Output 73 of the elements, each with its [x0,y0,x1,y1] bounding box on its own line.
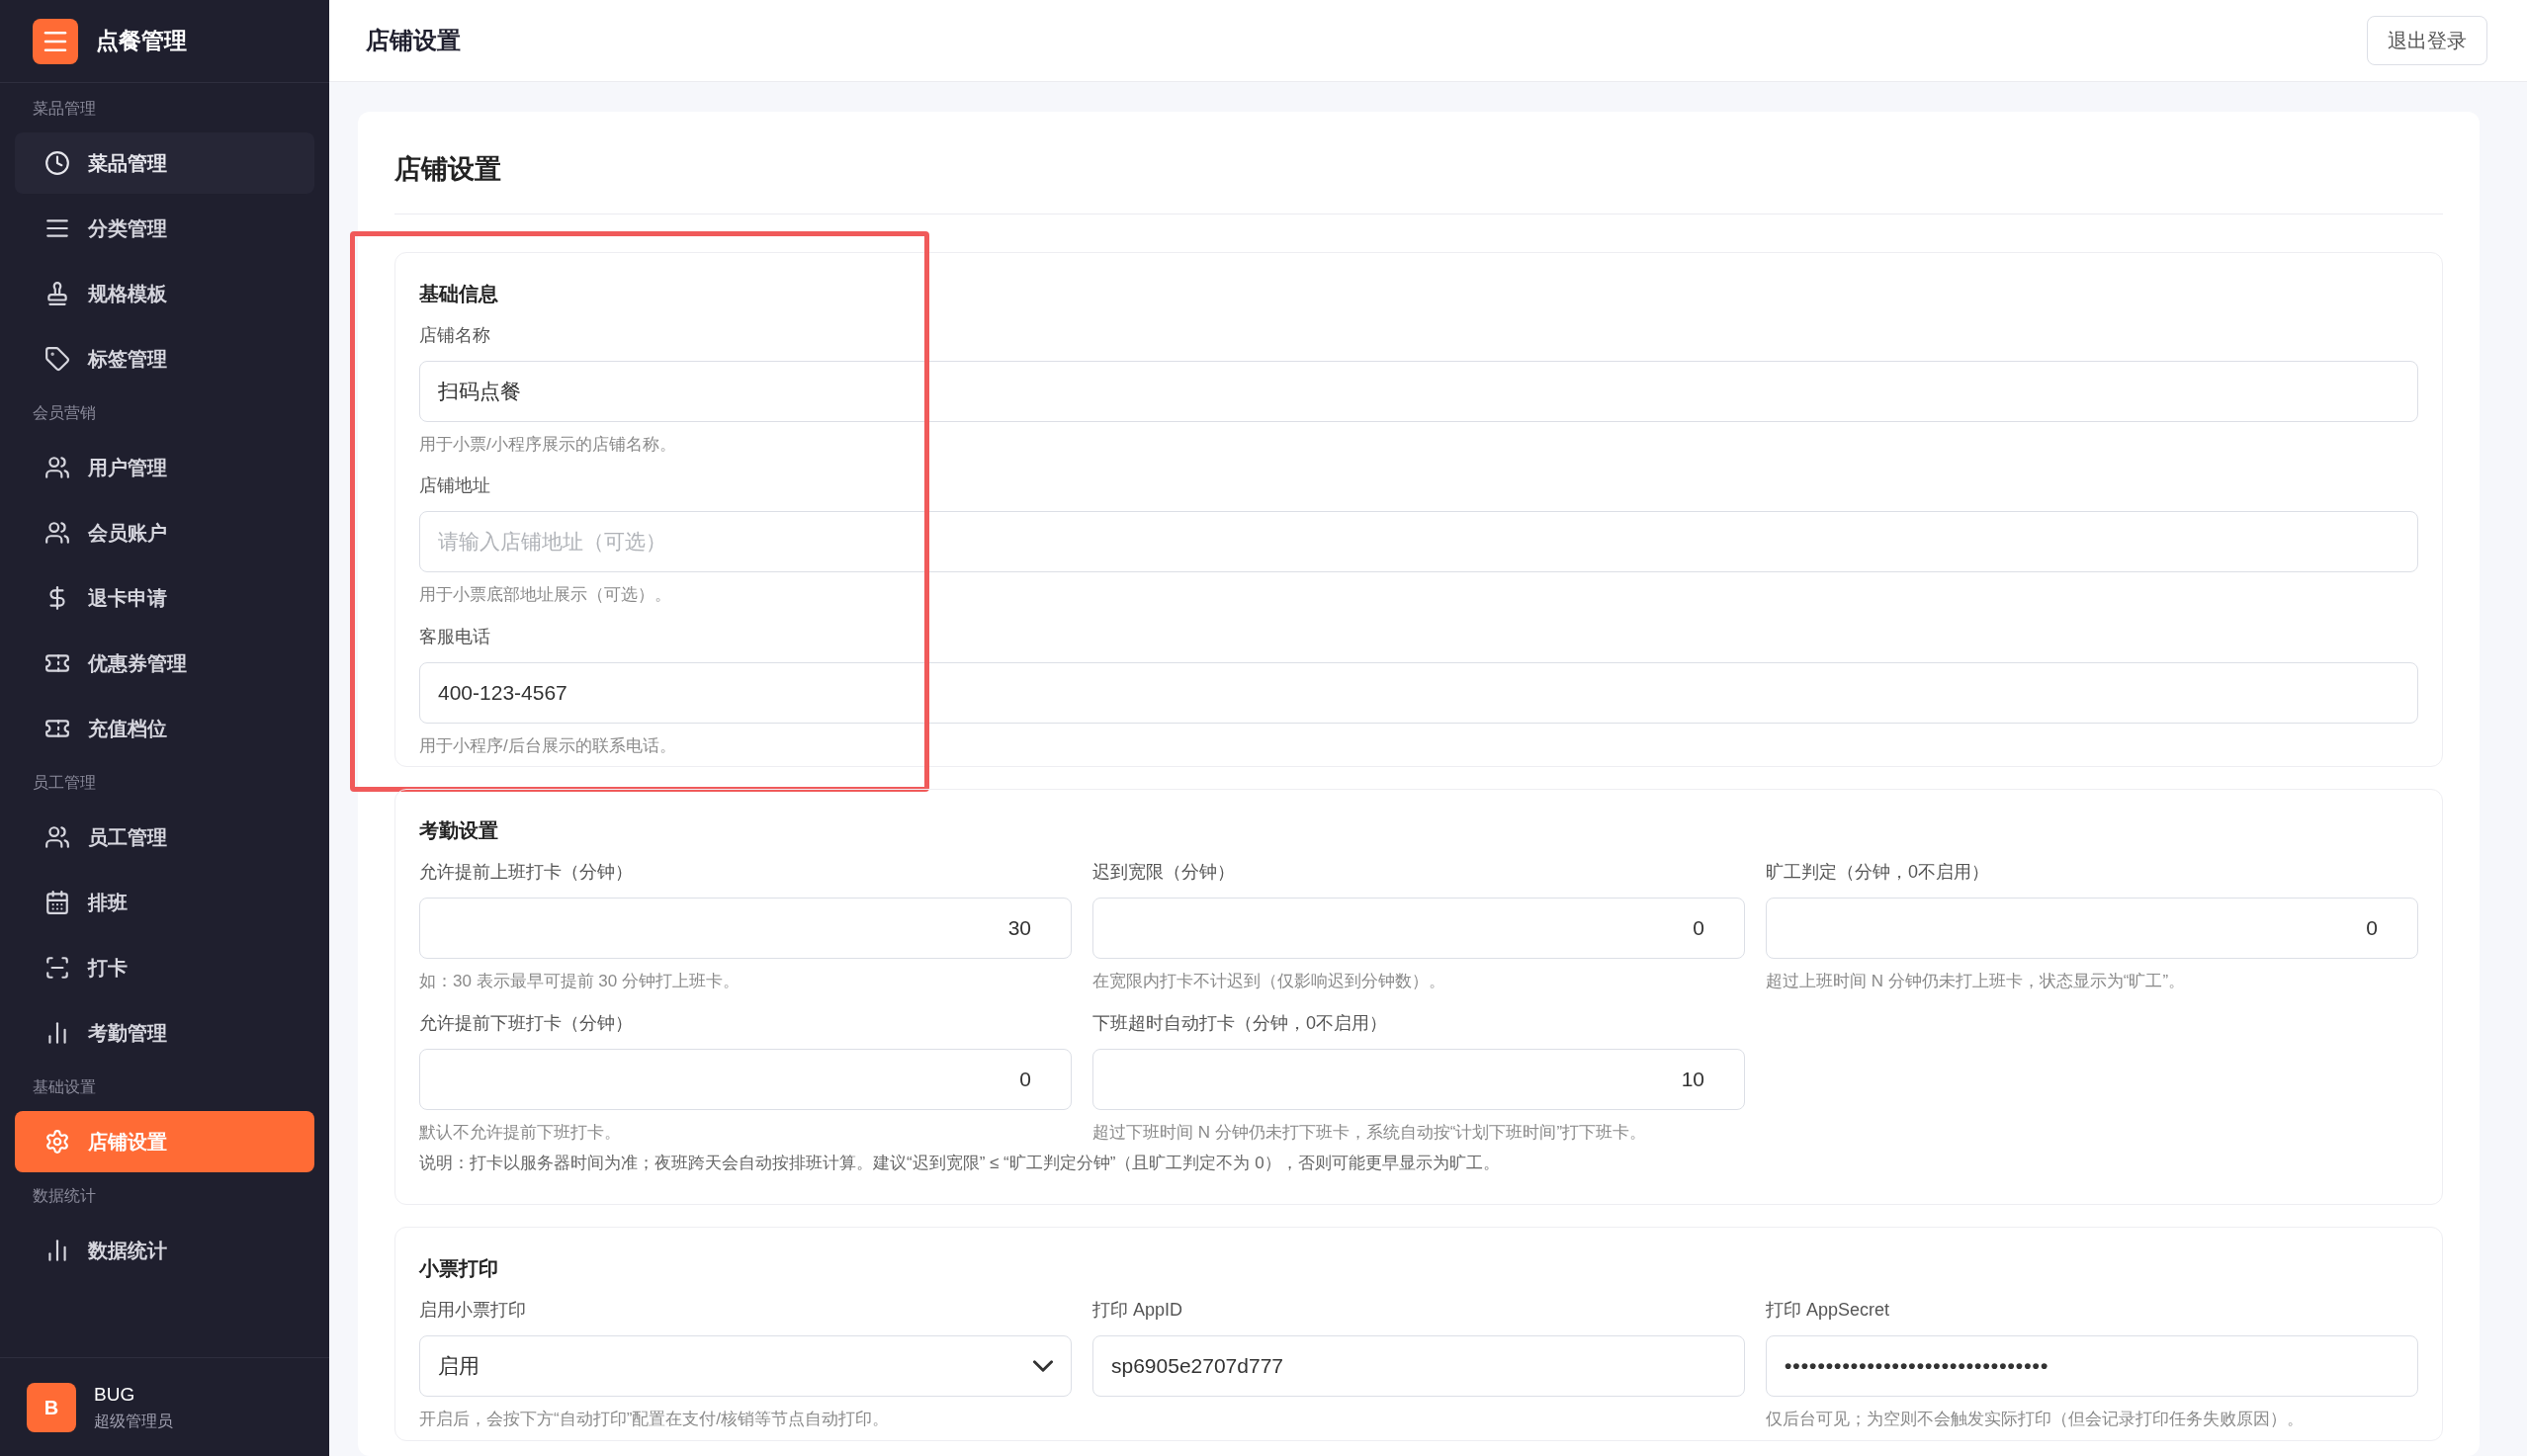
nav-group-label: 数据统计 [32,1186,97,1206]
user-role: 超级管理员 [94,1411,173,1431]
nav-item[interactable]: 考勤管理 [15,1002,314,1064]
nav-group-label: 员工管理 [32,773,97,793]
field-hint: 如：30 表示最早可提前 30 分钟打上班卡。 [419,971,741,992]
nav-item[interactable]: 菜品管理 [15,132,314,194]
field-hint: 用于小票底部地址展示（可选）。 [419,584,672,606]
field-hint: 默认不允许提前下班打卡。 [419,1121,622,1144]
logo-icon [33,18,78,64]
number-field[interactable]: 0 [1766,898,2418,959]
nav-item[interactable]: 会员账户 [15,502,314,563]
field-label: 打印 AppID [1092,1298,1184,1322]
nav-item[interactable]: 充值档位 [15,698,314,759]
field-label: 允许提前上班打卡（分钟） [419,861,634,884]
number-field[interactable]: 30 [419,898,1072,959]
field-label: 启用小票打印 [419,1298,527,1322]
text-field[interactable]: 400-123-4567 [419,661,2418,724]
number-field[interactable]: 10 [1092,1048,1745,1110]
logout-button[interactable]: 退出登录 [2367,16,2487,65]
field-hint: 仅后台可见；为空则不会触发实际打印（但会记录打印任务失败原因）。 [1766,1408,2305,1430]
stamp-icon [44,281,70,306]
nav-item[interactable]: 排班 [15,872,314,933]
section-title: 考勤设置 [419,818,499,843]
field-label: 下班超时自动打卡（分钟，0不启用） [1092,1011,1388,1035]
app-title: 点餐管理 [96,27,187,56]
number-field[interactable]: 0 [1092,898,1745,959]
tag-icon [44,346,70,372]
nav-group-label: 菜品管理 [32,99,97,119]
settings-icon [44,1129,70,1155]
field-hint: 超过下班时间 N 分钟仍未打下班卡，系统自动按“计划下班时间”打下班卡。 [1092,1121,1648,1144]
nav-item[interactable]: 标签管理 [15,328,314,389]
page-title: 店铺设置 [394,149,2443,214]
users-icon [44,520,70,546]
field-label: 打印 AppSecret [1766,1298,1891,1322]
field-label: 旷工判定（分钟，0不启用） [1766,861,1990,884]
nav-item[interactable]: 规格模板 [15,263,314,324]
nav-group-label: 会员营销 [32,403,97,423]
nav-item[interactable]: 退卡申请 [15,567,314,629]
section-title: 基础信息 [419,281,499,306]
user-avatar: B [27,1382,76,1432]
text-field[interactable]: sp6905e2707d777 [1092,1334,1745,1397]
text-field[interactable]: 扫码点餐 [419,360,2418,422]
field-label: 店铺地址 [419,474,491,497]
field-hint: 超过上班时间 N 分钟仍未打上班卡，状态显示为“旷工”。 [1766,971,2187,992]
clock-icon [44,150,70,176]
nav-item[interactable]: 打卡 [15,937,314,998]
field-hint: 用于小票/小程序展示的店铺名称。 [419,433,677,456]
nav-item[interactable]: 员工管理 [15,807,314,868]
user-name: BUG [94,1383,136,1408]
field-hint: 开启后，会按下方“自动打印”配置在支付/核销等节点自动打印。 [419,1408,891,1430]
calendar-icon [44,890,70,915]
field-hint: 在宽限内打卡不计迟到（仅影响迟到分钟数）。 [1092,971,1446,992]
users-icon [44,455,70,480]
password-field[interactable]: •••••••••••••••••••••••••••••••• [1766,1334,2418,1397]
field-label: 店铺名称 [419,323,491,347]
users-icon [44,824,70,850]
nav-item[interactable]: 优惠券管理 [15,633,314,694]
field-label: 迟到宽限（分钟） [1092,861,1236,884]
field-hint: 用于小程序/后台展示的联系电话。 [419,734,677,757]
scan-icon [44,955,70,981]
number-field[interactable]: 0 [419,1048,1072,1110]
field-label: 客服电话 [419,625,491,648]
header-title: 店铺设置 [366,26,461,55]
select-field[interactable]: 启用 [419,1334,1072,1397]
chevron-down-icon [1033,1359,1053,1372]
nav-item[interactable]: 数据统计 [15,1220,314,1281]
text-field[interactable]: 请输入店铺地址（可选） [419,511,2418,572]
nav-item[interactable]: 用户管理 [15,437,314,498]
section-title: 小票打印 [419,1255,499,1281]
nav-item[interactable]: 分类管理 [15,198,314,259]
section-note: 说明：打卡以服务器时间为准；夜班跨天会自动按排班计算。建议“迟到宽限” ≤ “旷工判定分钟”（且旷工判定不为 0），否则可能更早显示为旷工。 [419,1153,1501,1174]
nav-group-label: 基础设置 [32,1077,97,1097]
field-label: 允许提前下班打卡（分钟） [419,1011,634,1035]
